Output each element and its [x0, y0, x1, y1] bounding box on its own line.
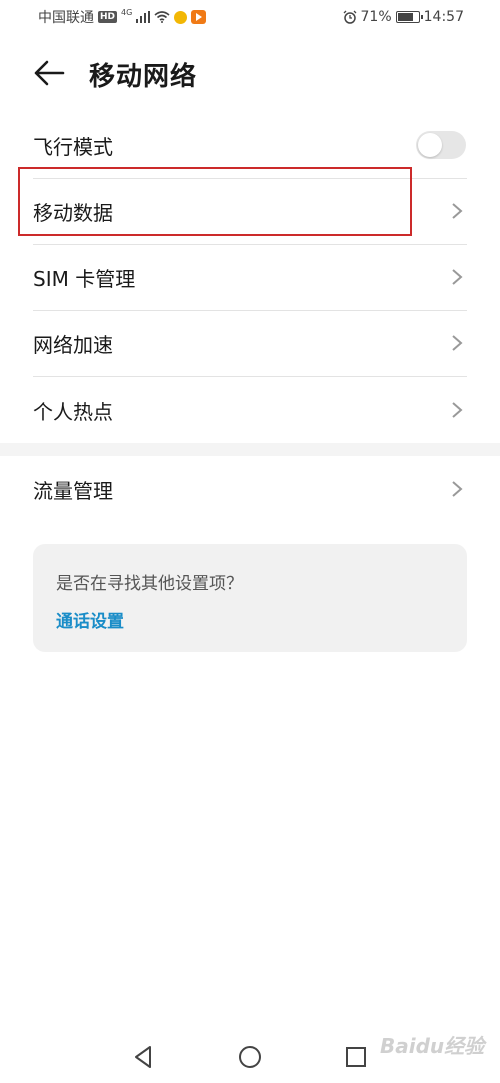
highlight-box — [18, 167, 412, 236]
traffic-management-label: 流量管理 — [33, 478, 113, 503]
nav-recents-icon[interactable] — [343, 1044, 369, 1070]
airplane-mode-label: 飞行模式 — [33, 134, 113, 159]
sim-management-label: SIM 卡管理 — [33, 266, 136, 291]
app-notification-icon — [174, 10, 188, 24]
network-acceleration-row[interactable]: 网络加速 — [33, 310, 467, 376]
status-right: 71% 14:57 — [343, 9, 464, 25]
sim-management-row[interactable]: SIM 卡管理 — [33, 244, 467, 310]
nav-back-icon[interactable] — [131, 1044, 157, 1070]
chevron-right-icon — [452, 335, 463, 351]
chevron-right-icon — [452, 402, 463, 418]
battery-icon — [395, 11, 423, 23]
chevron-right-icon — [452, 269, 463, 285]
watermark-logo: Baidu经验 — [380, 1034, 485, 1058]
page-title: 移动网络 — [89, 62, 198, 92]
battery-percent: 71% — [360, 9, 392, 25]
wifi-icon — [154, 11, 170, 23]
personal-hotspot-label: 个人热点 — [33, 399, 113, 424]
suggestion-card: 是否在寻找其他设置项？ 通话设置 — [33, 544, 467, 652]
signal-icon — [136, 11, 151, 23]
alarm-icon — [343, 10, 356, 24]
airplane-mode-toggle[interactable] — [416, 131, 466, 159]
nav-home-icon[interactable] — [237, 1044, 263, 1070]
toggle-knob — [418, 133, 442, 157]
chevron-right-icon — [452, 203, 463, 219]
call-settings-link[interactable]: 通话设置 — [56, 607, 124, 632]
status-bar: 中国联通 HD 4G 71% 14:57 — [0, 0, 500, 34]
status-left: 中国联通 HD 4G — [38, 7, 207, 27]
clock: 14:57 — [423, 9, 464, 25]
network-acceleration-label: 网络加速 — [33, 332, 113, 357]
header: 移动网络 — [0, 50, 500, 98]
hd-icon: HD — [98, 11, 118, 23]
chevron-right-icon — [452, 481, 463, 497]
back-arrow-icon[interactable] — [32, 58, 66, 88]
network-type-label: 4G — [121, 7, 133, 17]
personal-hotspot-row[interactable]: 个人热点 — [33, 377, 467, 443]
section-separator — [0, 443, 500, 456]
suggestion-question: 是否在寻找其他设置项？ — [56, 574, 243, 594]
traffic-management-row[interactable]: 流量管理 — [33, 456, 467, 522]
carrier-label: 中国联通 — [38, 10, 94, 26]
video-app-icon — [191, 10, 207, 24]
